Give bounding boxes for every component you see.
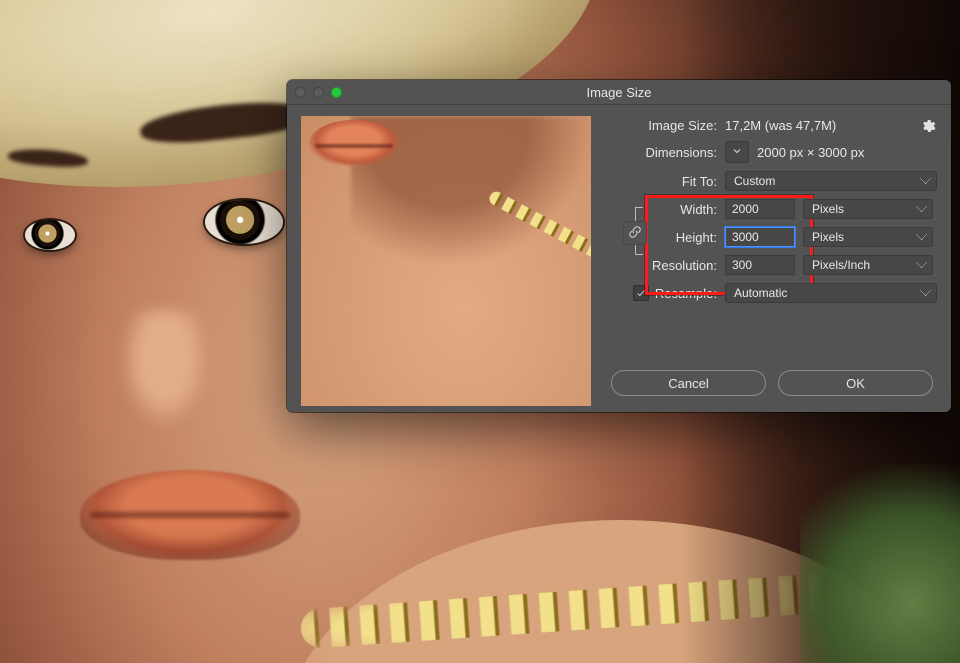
controls-panel: Image Size: 17,2M (was 47,7M) Dimensions… (607, 116, 937, 398)
height-unit-select[interactable]: Pixels (803, 227, 933, 247)
dimensions-value: 2000 px × 3000 px (757, 145, 864, 160)
bg-shape (800, 463, 960, 663)
dimensions-label: Dimensions: (607, 145, 717, 160)
width-input[interactable] (725, 199, 795, 219)
bg-shape (309, 120, 399, 166)
constrain-proportions-toggle[interactable] (623, 221, 647, 245)
window-close-button[interactable] (295, 87, 306, 98)
height-input[interactable] (725, 227, 795, 247)
dimensions-unit-dropdown[interactable] (725, 141, 749, 163)
resample-checkbox[interactable] (633, 285, 649, 301)
image-preview[interactable] (301, 116, 591, 406)
resolution-unit-select[interactable]: Pixels/Inch (803, 255, 933, 275)
link-icon (628, 225, 642, 242)
resample-label: Resample: (655, 286, 717, 301)
dialog-title: Image Size (287, 85, 951, 100)
window-controls (295, 87, 342, 98)
bg-shape (90, 512, 290, 518)
image-size-value: 17,2M (was 47,7M) (725, 118, 836, 133)
gear-icon (920, 118, 936, 137)
window-minimize-button[interactable] (313, 87, 324, 98)
resolution-label: Resolution: (607, 258, 717, 273)
bg-shape (315, 144, 393, 148)
fit-to-label: Fit To: (607, 174, 717, 189)
titlebar[interactable]: Image Size (287, 80, 951, 105)
width-label: Width: (607, 202, 717, 217)
image-size-label: Image Size: (607, 118, 717, 133)
bg-shape (25, 220, 75, 250)
cancel-button[interactable]: Cancel (611, 370, 766, 396)
bg-shape (205, 200, 283, 244)
window-zoom-button[interactable] (331, 87, 342, 98)
image-size-dialog: Image Size Image Size: 17,2M (was 47,7M) (287, 80, 951, 412)
ok-button[interactable]: OK (778, 370, 933, 396)
chevron-down-icon (731, 145, 743, 160)
resolution-input[interactable] (725, 255, 795, 275)
settings-gear-button[interactable] (919, 118, 937, 136)
fit-to-select[interactable]: Custom (725, 171, 937, 191)
width-unit-select[interactable]: Pixels (803, 199, 933, 219)
bg-shape (120, 310, 210, 430)
check-icon (636, 286, 646, 301)
resample-method-select[interactable]: Automatic (725, 283, 937, 303)
